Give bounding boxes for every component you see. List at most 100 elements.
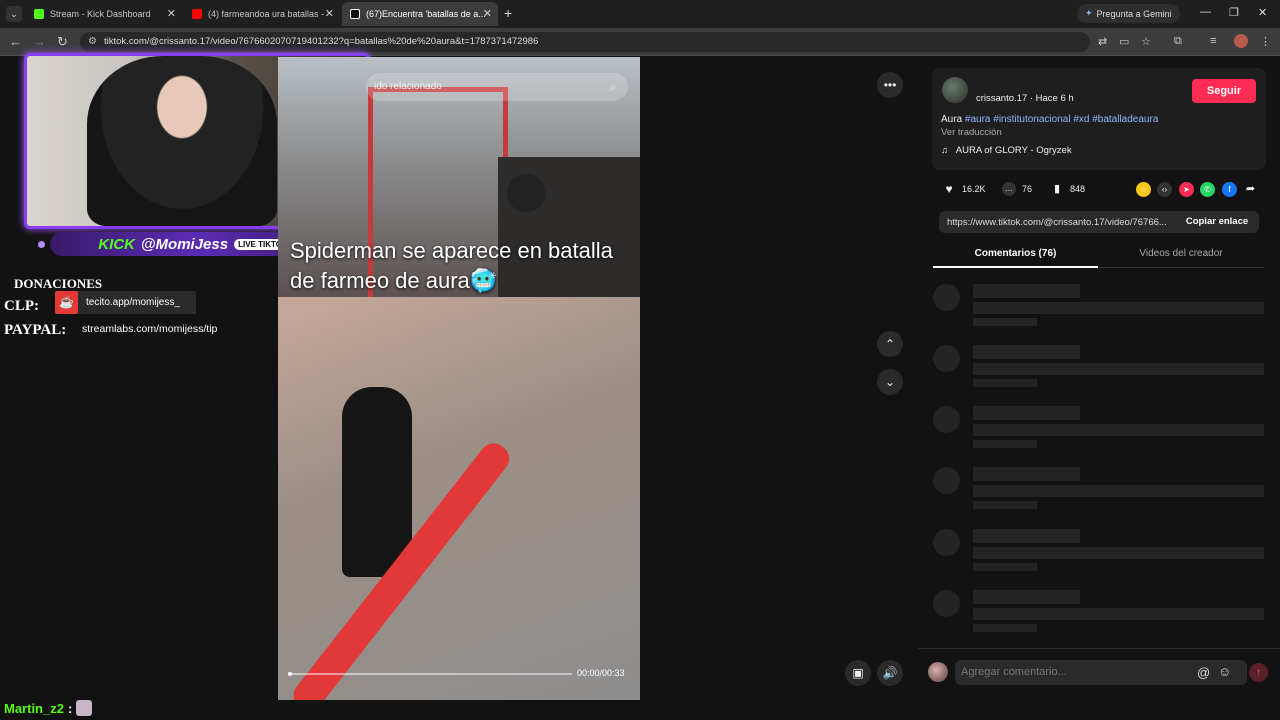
chat-emote xyxy=(76,700,93,716)
reload-icon[interactable]: ↻ xyxy=(57,34,68,50)
post-link[interactable]: https://www.tiktok.com/@crissanto.17/vid… xyxy=(947,217,1171,228)
whatsapp-icon[interactable]: ✆ xyxy=(1200,182,1215,197)
favorite-share-icon[interactable]: ☆ xyxy=(1136,182,1151,197)
site-info-icon[interactable]: ⚙ xyxy=(88,32,97,52)
comment-skeleton xyxy=(933,406,1268,452)
tab-creator-videos[interactable]: Videos del creador xyxy=(1098,244,1264,268)
video-time: 00:00/00:33 xyxy=(577,668,625,678)
clp-label: CLP: xyxy=(4,298,39,314)
close-window-icon[interactable]: ✕ xyxy=(1258,6,1267,19)
paypal-value: streamlabs.com/momijess/tip xyxy=(82,323,218,335)
comment-skeleton xyxy=(933,345,1268,391)
cast-icon[interactable]: ▭ xyxy=(1119,35,1129,48)
like-stat[interactable]: ♥ 16.2K xyxy=(942,182,985,196)
bookmark-icon: ▮ xyxy=(1053,183,1061,195)
description-text: Aura xyxy=(941,114,965,125)
forward-icon[interactable]: → xyxy=(33,34,46,49)
embed-icon[interactable]: ‹› xyxy=(1157,182,1172,197)
translate-icon[interactable]: ⇄ xyxy=(1098,35,1107,48)
comment-skeleton xyxy=(933,590,1268,636)
related-search-text: ido relacionado xyxy=(374,81,442,92)
related-search-field[interactable]: ido relacionado ⌕ xyxy=(366,73,628,101)
chat-colon: : xyxy=(67,700,73,716)
youtube-icon xyxy=(192,9,202,19)
chat-username: Martin_z2 xyxy=(4,700,64,716)
url-text: tiktok.com/@crissanto.17/video/767660207… xyxy=(104,36,539,47)
profile-avatar[interactable] xyxy=(1234,34,1248,48)
translate-link[interactable]: Ver traducción xyxy=(941,127,1002,138)
tab-search-button[interactable]: ⌄ xyxy=(6,6,22,22)
paypal-label: PAYPAL: xyxy=(4,322,67,338)
decor-dot xyxy=(38,241,45,248)
tab-kick-dashboard[interactable]: Stream - Kick Dashboard ✕ xyxy=(26,2,182,26)
new-tab-button[interactable]: + xyxy=(504,5,512,21)
clp-value: tecito.app/momijess_ xyxy=(78,291,196,314)
gemini-label: Pregunta a Gemini xyxy=(1096,8,1172,19)
kick-icon xyxy=(34,9,44,19)
gemini-button[interactable]: ✦ Pregunta a Gemini xyxy=(1077,4,1180,23)
send-button[interactable]: ↑ xyxy=(1249,663,1268,682)
heart-icon: ♥ xyxy=(945,182,953,196)
gemini-icon: ✦ xyxy=(1085,8,1093,18)
tab-label: (4) farmeandoa ura batallas - Yo xyxy=(208,9,328,19)
video-player[interactable] xyxy=(278,57,640,700)
comment-stat[interactable]: … 76 xyxy=(1002,182,1032,196)
facebook-icon[interactable]: f xyxy=(1222,182,1237,197)
chat-message: Martin_z2 : xyxy=(4,699,93,717)
follow-button[interactable]: Seguir xyxy=(1192,79,1256,103)
video-caption: Spiderman se aparece en batalla de farme… xyxy=(290,238,613,293)
comment-count: 76 xyxy=(1022,184,1033,194)
tab-label: (67)Encuentra 'batallas de a... xyxy=(366,9,486,19)
hashtags[interactable]: #aura #institutonacional #xd #batalladea… xyxy=(965,114,1158,125)
search-icon[interactable]: ⌕ xyxy=(609,73,616,101)
progress-handle[interactable] xyxy=(288,672,292,676)
emoji-icon[interactable]: ☺ xyxy=(1218,664,1231,679)
menu-icon[interactable]: ⋮ xyxy=(1260,35,1271,48)
tiktok-icon xyxy=(350,9,360,19)
video-progress-bar[interactable] xyxy=(288,672,572,676)
copy-link-button[interactable]: Copiar enlace xyxy=(1178,213,1256,231)
video-scene-person xyxy=(342,387,412,577)
close-icon[interactable]: ✕ xyxy=(167,7,176,20)
mention-icon[interactable]: @ xyxy=(1197,665,1210,680)
tab-bar: ⌄ Stream - Kick Dashboard ✕ (4) farmeand… xyxy=(0,0,1280,28)
comment-skeleton xyxy=(933,284,1268,330)
restore-icon[interactable]: ❐ xyxy=(1229,6,1239,19)
music-title: AURA of GLORY - Ogryzek xyxy=(955,145,1072,156)
tab-label: Stream - Kick Dashboard xyxy=(50,9,151,19)
tab-youtube[interactable]: (4) farmeandoa ura batallas - Yo ✕ xyxy=(184,2,340,26)
author-avatar[interactable] xyxy=(942,77,968,103)
music-note-icon: ♫ xyxy=(941,145,949,156)
save-stat[interactable]: ▮ 848 xyxy=(1050,182,1085,196)
share-arrow-icon[interactable]: ➦ xyxy=(1243,182,1258,197)
close-icon[interactable]: ✕ xyxy=(483,7,492,20)
chevron-up-icon[interactable]: ⌃ xyxy=(877,331,903,357)
webcam-person xyxy=(87,56,277,226)
comment-skeleton xyxy=(933,529,1268,575)
tab-tiktok[interactable]: (67)Encuentra 'batallas de a... ✕ xyxy=(342,2,498,26)
kick-logo: KICK xyxy=(98,235,135,253)
reading-list-icon[interactable]: ≡ xyxy=(1210,35,1216,47)
send-share-icon[interactable]: ➤ xyxy=(1179,182,1194,197)
donations-title: DONACIONES xyxy=(14,276,103,291)
chevron-down-icon[interactable]: ⌄ xyxy=(877,369,903,395)
more-options-icon[interactable]: ••• xyxy=(877,72,903,98)
url-field[interactable]: ⚙ tiktok.com/@crissanto.17/video/7676602… xyxy=(80,32,1090,52)
floating-player-icon[interactable]: ▣ xyxy=(845,660,871,686)
music-info[interactable]: ♫ AURA of GLORY - Ogryzek xyxy=(941,145,1072,156)
author-name[interactable]: crissanto.17 · Hace 6 h xyxy=(976,93,1074,104)
streamer-username: @MomiJess xyxy=(140,235,229,253)
address-bar: ← → ↻ ⚙ tiktok.com/@crissanto.17/video/7… xyxy=(0,28,1280,56)
bookmark-star-icon[interactable]: ☆ xyxy=(1141,35,1151,48)
user-avatar xyxy=(928,662,948,682)
tab-comments[interactable]: Comentarios (76) xyxy=(933,244,1098,268)
comment-skeleton xyxy=(933,467,1268,513)
volume-icon[interactable]: 🔊 xyxy=(877,660,903,686)
save-count: 848 xyxy=(1070,184,1086,194)
minimize-icon[interactable]: — xyxy=(1200,6,1211,18)
post-description: Aura #aura #institutonacional #xd #batal… xyxy=(941,114,1158,125)
comment-icon: … xyxy=(1002,182,1016,196)
close-icon[interactable]: ✕ xyxy=(325,7,334,20)
extensions-icon[interactable]: ⧉ xyxy=(1174,35,1182,48)
back-icon[interactable]: ← xyxy=(9,34,22,49)
